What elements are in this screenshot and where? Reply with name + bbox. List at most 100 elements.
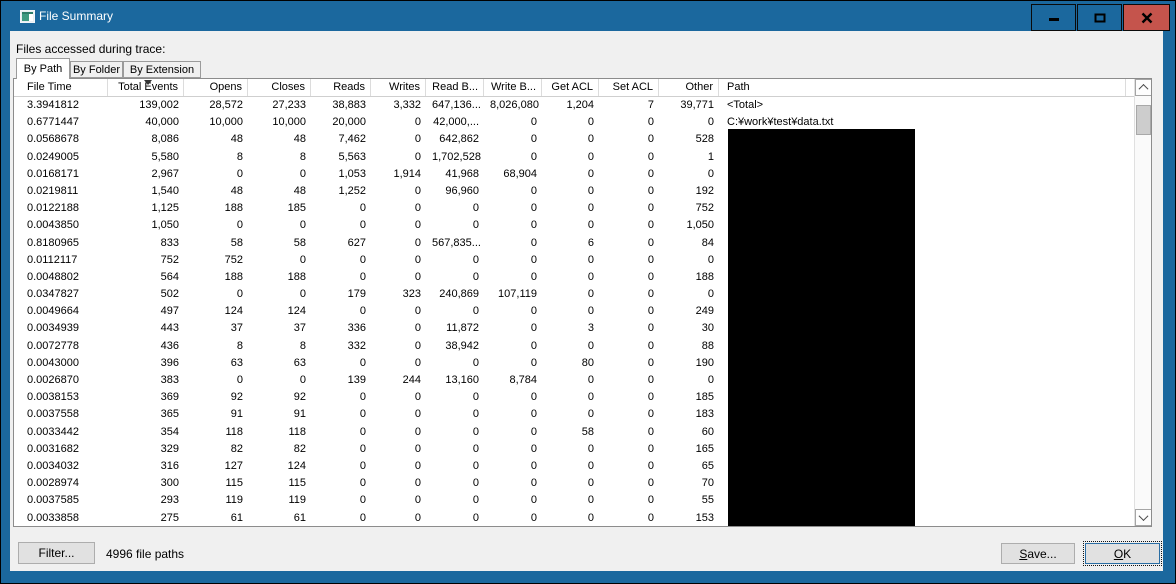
screen: File Summary Files accessed during trace… [0,0,1176,584]
table-row[interactable]: 0.0034939 443 37 37 336 0 11,872 0 3 0 30 [14,320,1135,337]
table-row[interactable]: 0.0037585 293 119 119 0 0 0 0 0 0 55 [14,492,1135,509]
scroll-down-button[interactable] [1135,509,1151,526]
cell: 0.8180965 [27,236,79,249]
table-row[interactable]: 0.0249005 5,580 8 8 5,563 0 1,702,528 0 0 0 1 [14,149,1135,166]
table-row[interactable]: 0.0034032 316 127 124 0 0 0 0 0 0 65 [14,458,1135,475]
close-button[interactable] [1123,4,1170,31]
cell: 0.0112117 [27,253,78,266]
tab-by-extension[interactable]: By Extension [123,61,201,78]
table-row[interactable]: 0.0049664 497 124 124 0 0 0 0 0 0 249 [14,303,1135,320]
cell: 0 [414,202,421,215]
table-row[interactable]: 0.0219811 1,540 48 48 1,252 0 96,960 0 0 0 192 [14,183,1135,200]
scrollbar-thumb[interactable] [1136,105,1151,135]
table-row[interactable]: 0.0072778 436 8 8 332 0 38,942 0 0 0 88 [14,338,1135,355]
cell: 1,204 [566,99,594,111]
table-row[interactable]: 0.0168171 2,967 0 0 1,053 1,914 41,968 68,904 0 0… [14,166,1135,183]
cell: 0.0034032 [27,459,79,472]
cell: 0.0031682 [27,442,79,455]
column-header-set-acl[interactable]: Set ACL [599,79,659,96]
table-row[interactable]: 0.0122188 1,125 188 185 0 0 0 0 0 0 752 [14,200,1135,217]
cell: 0 [472,425,479,438]
cell: 0 [299,253,306,266]
tab-by-path[interactable]: By Path [16,58,70,79]
cell: 1,252 [338,184,366,197]
cell: 5,580 [151,150,179,163]
cell: 0 [587,305,594,318]
cell: 0 [647,391,654,404]
cell: 183 [695,408,714,421]
cell: 332 [347,339,366,352]
cell: 0 [647,236,654,249]
cell: 115 [288,477,306,490]
table-row[interactable]: 0.0037558 365 91 91 0 0 0 0 0 0 183 [14,406,1135,423]
cell: 0 [647,150,654,163]
ok-button[interactable]: OK [1083,541,1162,566]
vertical-scrollbar[interactable] [1134,79,1151,526]
cell: 0 [359,202,366,215]
column-header-file-time[interactable]: File Time [14,79,108,96]
table-row[interactable]: 0.0112117 752 752 0 0 0 0 0 0 0 0 [14,252,1135,269]
table-row[interactable]: 0.0033858 275 61 61 0 0 0 0 0 0 153 [14,510,1135,527]
scroll-up-button[interactable] [1135,79,1151,96]
cell: 647,136... [432,99,481,111]
cell: 396 [160,356,179,369]
cell: 436 [160,339,179,352]
cell: 0 [647,167,654,180]
cell: 0.0038153 [27,391,79,404]
table-row[interactable]: 0.0043000 396 63 63 0 0 0 0 80 0 190 [14,355,1135,372]
cell: 8 [299,339,306,352]
cell: 58 [230,236,243,249]
cell: 0 [472,305,479,318]
cell: 91 [293,408,306,421]
table-row[interactable]: 0.0038153 369 92 92 0 0 0 0 0 0 185 [14,389,1135,406]
cell: 82 [230,442,243,455]
cell: 0 [530,477,537,490]
column-header-reads[interactable]: Reads [311,79,371,96]
cell: 27,233 [272,99,306,111]
table-row[interactable]: 0.0043850 1,050 0 0 0 0 0 0 0 0 1,050 [14,217,1135,234]
cell: 1,540 [151,184,179,197]
table-row[interactable]: 0.0568678 8,086 48 48 7,462 0 642,862 0 0 0 528 [14,131,1135,148]
tab-by-folder[interactable]: By Folder [70,61,123,78]
cell: 323 [402,288,421,301]
table-row[interactable]: 0.0347827 502 0 0 179 323 240,869 107,119 0 0 0 [14,286,1135,303]
cell: 48 [293,184,306,197]
cell: 5,563 [338,150,366,163]
cell: 502 [160,288,179,301]
column-header-read-b[interactable]: Read B... [426,79,484,96]
column-header-other[interactable]: Other [659,79,719,96]
table-row[interactable]: 0.0048802 564 188 188 0 0 0 0 0 0 188 [14,269,1135,286]
cell: 0 [414,391,421,404]
table-row[interactable]: 3.3941812 139,002 28,572 27,233 38,883 3,332 6… [14,97,1135,114]
save-button[interactable]: Save... [1001,543,1075,564]
column-header-opens[interactable]: Opens [184,79,248,96]
table-row[interactable]: 0.0028974 300 115 115 0 0 0 0 0 0 70 [14,475,1135,492]
cell: 0 [647,219,654,232]
cell: 642,862 [439,133,479,146]
table-row[interactable]: 0.8180965 833 58 58 627 0 567,835... 0 6 0 84 [14,235,1135,252]
column-header-closes[interactable]: Closes [248,79,311,96]
cell: 8 [299,150,306,163]
cell: 0 [359,305,366,318]
column-header-write-b[interactable]: Write B... [484,79,542,96]
cell: 39,771 [680,99,714,111]
minimize-button[interactable] [1031,4,1076,31]
column-header-path[interactable]: Path [719,79,1126,96]
cell: 7,462 [338,133,366,146]
table-row[interactable]: 0.0026870 383 0 0 139 244 13,160 8,784 0 0 0 [14,372,1135,389]
titlebar[interactable]: File Summary [1,1,1175,31]
cell: 329 [160,442,179,455]
cell: 752 [224,253,243,266]
cell: 185 [287,202,306,215]
column-header-get-acl[interactable]: Get ACL [542,79,599,96]
cell: 0 [530,219,537,232]
cell: 0 [587,391,594,404]
cell: 275 [160,511,179,524]
table-row[interactable]: 0.0033442 354 118 118 0 0 0 0 58 0 60 [14,424,1135,441]
filter-button[interactable]: Filter... [18,542,95,564]
cell: 0 [414,356,421,369]
table-row[interactable]: 0.6771447 40,000 10,000 10,000 20,000 0 42,000… [14,114,1135,131]
column-header-writes[interactable]: Writes [371,79,426,96]
table-row[interactable]: 0.0031682 329 82 82 0 0 0 0 0 0 165 [14,441,1135,458]
maximize-button[interactable] [1077,4,1122,31]
